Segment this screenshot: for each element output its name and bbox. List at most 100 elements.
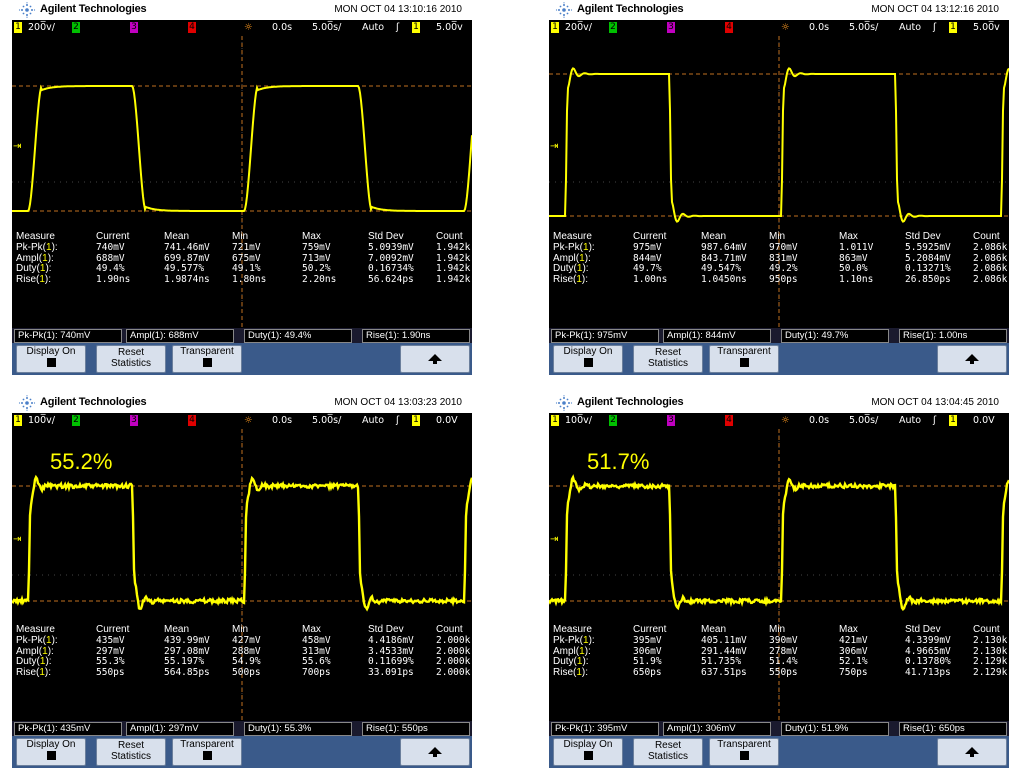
table-header: Min xyxy=(769,624,786,635)
display-on-button[interactable]: Display On xyxy=(16,738,86,766)
agilent-logo-icon xyxy=(18,2,36,18)
transparent-button[interactable]: Transparent xyxy=(709,738,779,766)
ch4-indicator[interactable]: 4 xyxy=(188,415,196,426)
ch1-indicator[interactable]: 1 xyxy=(14,415,22,426)
ch2-indicator[interactable]: 2 xyxy=(72,415,80,426)
measure-value: 1.90ns xyxy=(96,273,131,285)
measure-value: 2.086k xyxy=(973,273,1008,285)
softkey-bar: Display On Reset Statistics Transparent xyxy=(12,736,472,768)
delay-value: 0.0s xyxy=(809,22,830,33)
measure-value: 721mV xyxy=(232,242,261,253)
display-on-button[interactable]: Display On xyxy=(553,345,623,373)
ch2-indicator[interactable]: 2 xyxy=(609,415,617,426)
trigger-slope-icon: ʃ xyxy=(396,415,400,426)
table-header: Min xyxy=(232,231,249,242)
ch2-indicator[interactable]: 2 xyxy=(72,22,80,33)
softkey-bar: Display On Reset Statistics Transparent xyxy=(12,343,472,375)
table-header: Current xyxy=(633,231,667,242)
table-header: Current xyxy=(96,624,130,635)
trigger-level: 0.0V xyxy=(436,415,458,426)
measure-value: 49.1% xyxy=(232,263,261,274)
measure-value: 405.11mV xyxy=(701,635,747,646)
ch1-indicator[interactable]: 1 xyxy=(551,22,559,33)
vertical-scale: 200̅v/ xyxy=(565,22,592,33)
menu-up-button[interactable] xyxy=(937,345,1007,373)
measure-value: 5.5925mV xyxy=(905,242,951,253)
vertical-scale: 200̅v/ xyxy=(28,22,55,33)
menu-up-button[interactable] xyxy=(400,738,470,766)
waveform-display[interactable]: ⇥ Measure Current Mean Min Max Std Dev Count Pk… xyxy=(549,36,1009,328)
summary-duty: Duty(1): 55.3% xyxy=(244,722,352,736)
measure-value: 41.713ps xyxy=(905,666,951,678)
ch2-indicator[interactable]: 2 xyxy=(609,22,617,33)
scope-panel: Agilent Technologies MON OCT 04 13:04:45… xyxy=(549,394,1009,768)
menu-up-button[interactable] xyxy=(400,345,470,373)
measure-value: 55.6% xyxy=(302,656,331,667)
status-bar: 1 200̅v/ 2 3 4 ☼ 0.0s 5.00̅s/ Auto ʃ 1 5… xyxy=(12,20,472,36)
display-on-button[interactable]: Display On xyxy=(553,738,623,766)
table-header: Mean xyxy=(164,624,190,635)
ch3-indicator[interactable]: 3 xyxy=(667,415,675,426)
ch4-indicator[interactable]: 4 xyxy=(725,415,733,426)
ch4-indicator[interactable]: 4 xyxy=(725,22,733,33)
measure-value: 2.20ns xyxy=(302,273,337,285)
display-on-button[interactable]: Display On xyxy=(16,345,86,373)
reset-statistics-button[interactable]: Reset Statistics xyxy=(96,738,166,766)
ch3-indicator[interactable]: 3 xyxy=(130,415,138,426)
transparent-button[interactable]: Transparent xyxy=(172,345,242,373)
ch1-indicator[interactable]: 1 xyxy=(551,415,559,426)
measure-value: 56.624ps xyxy=(368,273,414,285)
transparent-button[interactable]: Transparent xyxy=(172,738,242,766)
measure-value: 740mV xyxy=(96,242,125,253)
scope-panel: Agilent Technologies MON OCT 04 13:03:23… xyxy=(12,394,472,768)
measure-value: 2.086k xyxy=(973,263,1008,274)
measure-value: 500ps xyxy=(232,666,261,678)
table-header: Min xyxy=(232,624,249,635)
measure-value: 1.942k xyxy=(436,263,471,274)
measure-value: 49.2% xyxy=(769,263,798,274)
measure-value: 54.9% xyxy=(232,656,261,667)
header-bar: Agilent Technologies MON OCT 04 13:12:16… xyxy=(549,1,1009,19)
trigger-source: 1 xyxy=(412,415,420,426)
transparent-button[interactable]: Transparent xyxy=(709,345,779,373)
ch1-indicator[interactable]: 1 xyxy=(14,22,22,33)
reset-statistics-button[interactable]: Reset Statistics xyxy=(96,345,166,373)
waveform-display[interactable]: ⇥ 51.7% Measure Current Mean Min Max Std Dev C… xyxy=(549,429,1009,721)
table-header: Std Dev xyxy=(905,231,941,242)
table-header: Current xyxy=(96,231,130,242)
table-header: Measure xyxy=(16,231,55,242)
measure-value: 2.086k xyxy=(973,242,1008,253)
timebase: 5.00̅s/ xyxy=(312,415,342,426)
menu-up-button[interactable] xyxy=(937,738,1007,766)
summary-rise: Rise(1): 1.90ns xyxy=(362,329,470,343)
summary-duty: Duty(1): 51.9% xyxy=(781,722,889,736)
summary-ampl: Ampl(1): 844mV xyxy=(663,329,771,343)
scope-panel: Agilent Technologies MON OCT 04 13:10:16… xyxy=(12,1,472,375)
table-header: Count xyxy=(973,231,1000,242)
timebase: 5.00̅s/ xyxy=(849,415,879,426)
ch3-indicator[interactable]: 3 xyxy=(667,22,675,33)
agilent-logo-icon xyxy=(555,395,573,411)
trigger-mode: Auto xyxy=(899,22,922,33)
arrow-up-icon xyxy=(428,747,442,757)
measure-value: 2.000k xyxy=(436,656,471,667)
waveform-display[interactable]: ⇥ 55.2% Measure Current Mean Min Max Std Dev C… xyxy=(12,429,472,721)
table-header: Mean xyxy=(701,624,727,635)
measure-value: 637.51ps xyxy=(701,666,747,678)
measurement-table: Measure Current Mean Min Max Std Dev Count Pk-P… xyxy=(549,624,1009,678)
status-bar: 1 100̅v/ 2 3 4 ☼ 0.0s 5.00̅s/ Auto ʃ 1 0… xyxy=(12,413,472,429)
ch4-indicator[interactable]: 4 xyxy=(188,22,196,33)
reset-statistics-button[interactable]: Reset Statistics xyxy=(633,738,703,766)
measure-value: 51.735% xyxy=(701,656,742,667)
arrow-up-icon xyxy=(428,354,442,364)
measure-value: 421mV xyxy=(839,635,868,646)
table-header: Std Dev xyxy=(368,231,404,242)
table-header: Count xyxy=(436,231,463,242)
duty-annotation: 51.7% xyxy=(587,449,650,474)
measure-value: 759mV xyxy=(302,242,331,253)
trigger-level: 5.00̅v xyxy=(973,22,1000,33)
ch3-indicator[interactable]: 3 xyxy=(130,22,138,33)
datetime: MON OCT 04 13:10:16 2010 xyxy=(334,4,462,15)
waveform-display[interactable]: ⇥ Measure Current Mean Min Max Std Dev Count Pk… xyxy=(12,36,472,328)
reset-statistics-button[interactable]: Reset Statistics xyxy=(633,345,703,373)
